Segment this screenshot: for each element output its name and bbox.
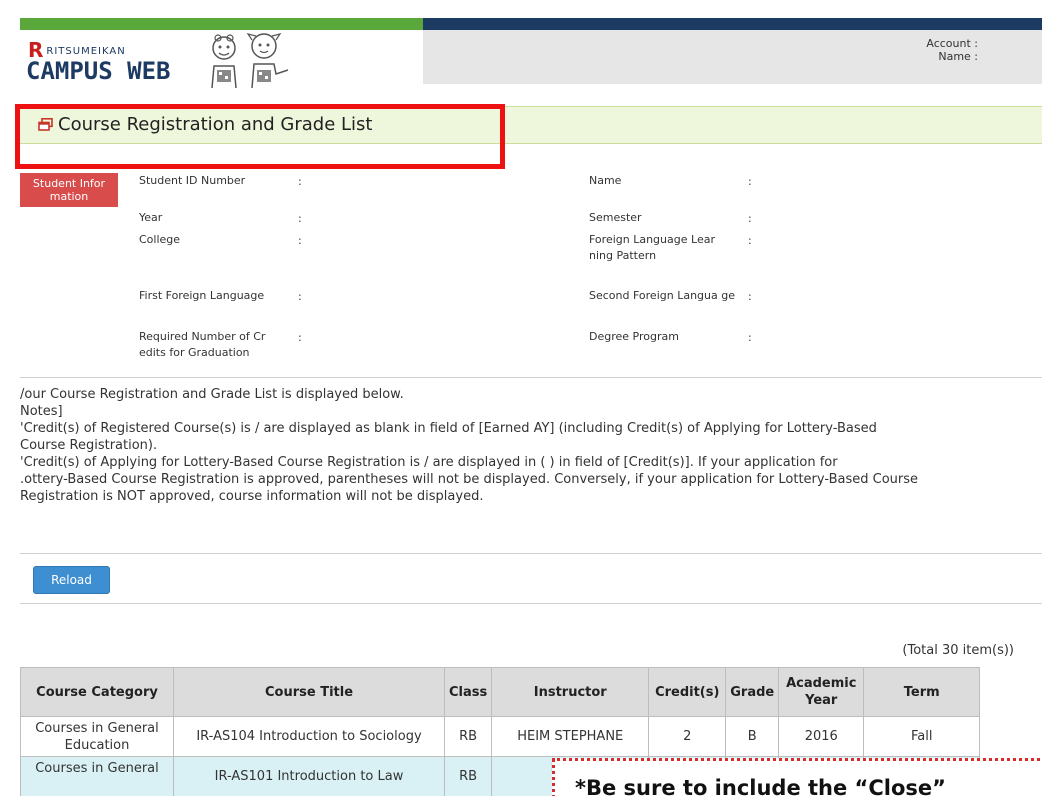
table-cell: Fall bbox=[863, 716, 981, 757]
highlight-box bbox=[15, 104, 505, 169]
table-header-row: Course Category Course Title Class Instr… bbox=[20, 667, 981, 717]
table-cell: Courses in General Education bbox=[20, 716, 174, 757]
divider bbox=[20, 377, 1042, 378]
callout-note-text: *Be sure to include the “Close” bbox=[575, 776, 946, 796]
field-semester-label: Semester bbox=[589, 211, 642, 224]
field-college-label: College bbox=[139, 233, 181, 246]
field-colon: : bbox=[298, 331, 302, 344]
notes-line: Registration is NOT approved, course inf… bbox=[20, 489, 484, 504]
notes-text: /our Course Registration and Grade List … bbox=[20, 386, 1042, 505]
field-foreign-language-pattern-label: Foreign Language Lear ning Pattern bbox=[589, 233, 715, 262]
column-header: Academic Year bbox=[778, 667, 865, 717]
column-header: Class bbox=[443, 667, 493, 717]
divider bbox=[20, 603, 1042, 604]
field-second-foreign-language-label: Second Foreign Langua ge bbox=[589, 289, 735, 302]
student-information-badge: Student Infor mation bbox=[20, 173, 118, 207]
field-colon: : bbox=[748, 212, 752, 225]
divider bbox=[20, 553, 1042, 554]
field-year-label: Year bbox=[139, 211, 163, 224]
notes-line: .ottery-Based Course Registration is app… bbox=[20, 472, 919, 487]
notes-line: Notes] bbox=[20, 404, 63, 419]
column-header: Credit(s) bbox=[648, 667, 727, 717]
table-row: Courses in General Education IR-AS104 In… bbox=[20, 716, 981, 757]
name-label: Name : bbox=[938, 50, 978, 63]
field-colon: : bbox=[298, 175, 302, 188]
field-colon: : bbox=[748, 331, 752, 344]
table-cell: 2 bbox=[648, 716, 727, 757]
field-colon: : bbox=[748, 234, 752, 247]
field-first-foreign-language-label: First Foreign Language bbox=[139, 289, 265, 302]
field-colon: : bbox=[298, 212, 302, 225]
reload-button[interactable]: Reload bbox=[33, 566, 110, 594]
table-cell: 2016 bbox=[778, 716, 865, 757]
field-required-credits-label: Required Number of Cr edits for Graduati… bbox=[139, 330, 266, 359]
header-green-bar bbox=[20, 18, 423, 30]
field-name-label: Name bbox=[589, 174, 622, 187]
notes-line: /our Course Registration and Grade List … bbox=[20, 387, 404, 402]
field-student-id-label: Student ID Number bbox=[139, 174, 246, 187]
table-cell: HEIM STEPHANE bbox=[491, 716, 650, 757]
column-header: Grade bbox=[725, 667, 780, 717]
field-degree-program-label: Degree Program bbox=[589, 330, 679, 343]
column-header: Term bbox=[863, 667, 981, 717]
table-cell: IR-AS104 Introduction to Sociology bbox=[173, 716, 445, 757]
field-colon: : bbox=[748, 175, 752, 188]
field-colon: : bbox=[298, 234, 302, 247]
table-cell: RB bbox=[443, 756, 493, 796]
table-cell: Courses in General bbox=[20, 756, 174, 796]
table-cell: IR-AS101 Introduction to Law bbox=[173, 756, 445, 796]
column-header: Course Title bbox=[173, 667, 445, 717]
field-colon: : bbox=[748, 290, 752, 303]
logo-campus-web: CAMPUS WEB bbox=[26, 57, 171, 85]
field-colon: : bbox=[298, 290, 302, 303]
mascot-icon bbox=[211, 33, 289, 89]
notes-line: 'Credit(s) of Applying for Lottery-Based… bbox=[20, 455, 838, 470]
header-navy-bar bbox=[423, 18, 1042, 30]
account-label: Account : bbox=[926, 37, 978, 50]
total-items-count: (Total 30 item(s)) bbox=[902, 643, 1014, 658]
notes-line: Course Registration). bbox=[20, 438, 158, 453]
notes-line: 'Credit(s) of Registered Course(s) is / … bbox=[20, 421, 877, 436]
account-info: Account : Name : bbox=[926, 37, 978, 63]
column-header: Instructor bbox=[491, 667, 650, 717]
table-cell: B bbox=[725, 716, 780, 757]
table-cell: RB bbox=[443, 716, 493, 757]
column-header: Course Category bbox=[20, 667, 174, 717]
